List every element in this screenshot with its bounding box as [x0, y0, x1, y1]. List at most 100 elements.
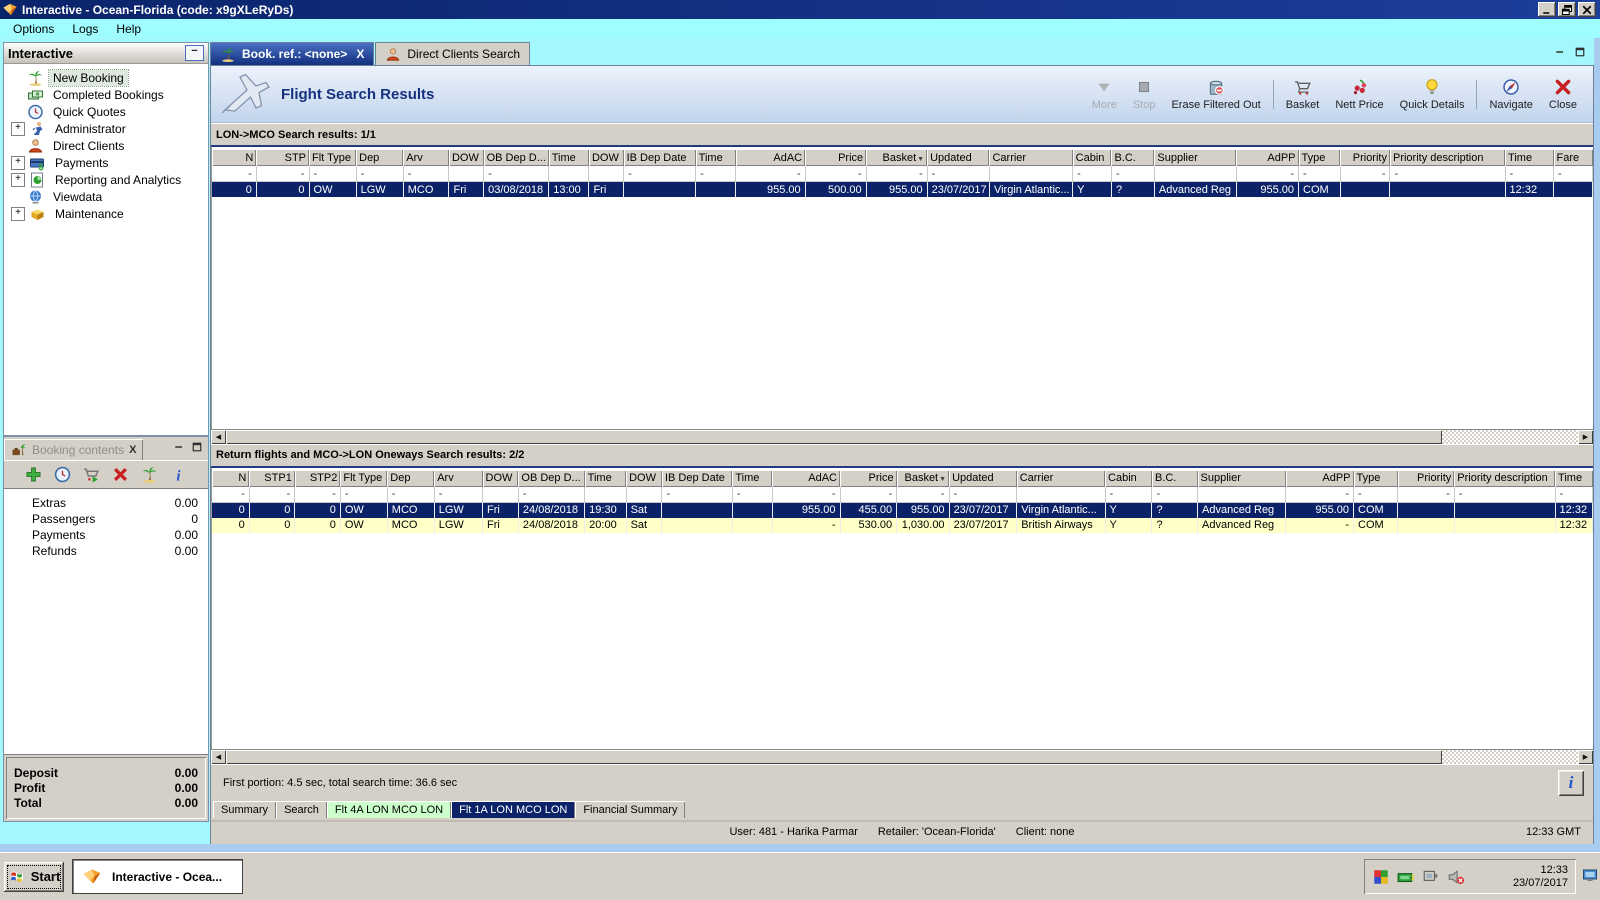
filter-cell[interactable]: -	[1285, 486, 1354, 503]
column-header-dep[interactable]: Dep	[356, 149, 404, 166]
sidebar-item-quick-quotes[interactable]: Quick Quotes	[4, 103, 208, 120]
column-header-stp1[interactable]: STP1	[249, 469, 295, 487]
filter-cell[interactable]: -	[249, 486, 296, 503]
bottom-tab-financial-summary[interactable]: Financial Summary	[575, 801, 686, 818]
filter-cell[interactable]: -	[927, 166, 990, 182]
column-header-fare[interactable]: Fare	[1553, 149, 1593, 166]
column-header-cabin[interactable]: Cabin	[1105, 469, 1152, 487]
filter-cell[interactable]	[1197, 486, 1287, 503]
column-header-flt-type[interactable]: Flt Type	[340, 469, 388, 487]
booking-item-refunds[interactable]: Refunds 0.00	[4, 544, 208, 560]
scroll-left-icon[interactable]: ◀	[211, 750, 226, 764]
network-icon[interactable]	[1397, 868, 1415, 886]
booking-item-passengers[interactable]: Passengers 0	[4, 512, 208, 528]
filter-cell[interactable]: -	[403, 166, 450, 182]
column-header-dep[interactable]: Dep	[387, 469, 435, 487]
column-header-ob-dep-d[interactable]: OB Dep D...	[483, 149, 549, 166]
return-hscrollbar[interactable]: ◀ ▶	[211, 749, 1593, 764]
start-button[interactable]: Start	[4, 861, 64, 892]
sidebar-item-completed-bookings[interactable]: Completed Bookings	[4, 86, 208, 103]
column-header-ib-dep-date[interactable]: IB Dep Date	[661, 469, 733, 487]
column-header-cabin[interactable]: Cabin	[1072, 149, 1112, 166]
filter-cell[interactable]: -	[1340, 166, 1391, 182]
filter-cell[interactable]: -	[949, 486, 1018, 503]
filter-cell[interactable]: -	[732, 486, 773, 503]
column-header-stp[interactable]: STP	[256, 149, 310, 166]
filter-cell[interactable]: -	[1389, 166, 1506, 182]
column-header-b-c[interactable]: B.C.	[1151, 469, 1198, 487]
minimize-panel-icon[interactable]	[173, 441, 185, 453]
filter-cell[interactable]: -	[866, 166, 928, 182]
column-header-arv[interactable]: Arv	[403, 149, 449, 166]
minimize-tabgroup-icon[interactable]	[1554, 46, 1566, 58]
filter-cell[interactable]: -	[1397, 486, 1455, 503]
volume-muted-icon[interactable]	[1447, 868, 1465, 886]
show-desktop-icon[interactable]	[1582, 868, 1599, 884]
filter-cell[interactable]	[1154, 166, 1237, 182]
column-header-time[interactable]: Time	[695, 149, 736, 166]
scrollbar-track[interactable]	[1442, 429, 1578, 444]
column-header-n[interactable]: N	[212, 149, 257, 166]
info-button[interactable]: i	[1558, 770, 1584, 796]
expander-icon[interactable]: +	[11, 172, 25, 187]
return-row-2[interactable]: 0 0 0 OW MCO LGW Fri 24/08/2018 20:00 Sat -530.00 1…	[212, 517, 1593, 533]
column-header-adac[interactable]: AdAC	[772, 469, 841, 487]
menu-help[interactable]: Help	[107, 21, 150, 37]
outbound-row-1[interactable]: 0 0 OW LGW MCO Fri 03/08/2018 13:00 Fri 955.00 500…	[212, 181, 1593, 197]
info-icon[interactable]: i	[170, 466, 187, 483]
filter-cell[interactable]: -	[1236, 166, 1300, 182]
close-tab-icon[interactable]: X	[356, 47, 364, 61]
filter-cell[interactable]: -	[294, 486, 341, 503]
toolbar-button-close[interactable]: Close	[1541, 75, 1585, 114]
scroll-right-icon[interactable]: ▶	[1578, 750, 1593, 764]
column-header-b-c[interactable]: B.C.	[1111, 149, 1155, 166]
column-header-time[interactable]: Time	[1505, 149, 1554, 166]
maximize-tabgroup-icon[interactable]	[1574, 46, 1586, 58]
filter-cell[interactable]: -	[1555, 486, 1593, 503]
filter-cell[interactable]: -	[840, 486, 898, 503]
sidebar-item-administrator[interactable]: + Administrator	[4, 120, 208, 137]
column-header-n[interactable]: N	[212, 469, 250, 487]
filter-cell[interactable]: -	[518, 486, 586, 503]
bottom-tab-flt-4a-lon-mco-lon[interactable]: Flt 4A LON MCO LON	[326, 801, 452, 818]
column-header-carrier[interactable]: Carrier	[989, 149, 1073, 166]
filter-cell[interactable]: -	[735, 166, 806, 182]
filter-cell[interactable]: -	[483, 166, 550, 182]
tab-direct-clients-search[interactable]: Direct Clients Search	[375, 42, 531, 65]
sidebar-item-reporting-and-analytics[interactable]: + Reporting and Analytics	[4, 171, 208, 188]
column-header-dow[interactable]: DOW	[588, 149, 624, 166]
booking-contents-tab[interactable]: Booking contents X	[4, 439, 144, 460]
filter-cell[interactable]: -	[356, 166, 404, 182]
column-header-time[interactable]: Time	[584, 469, 627, 487]
menu-logs[interactable]: Logs	[63, 21, 107, 37]
basket-add-icon[interactable]	[83, 466, 100, 483]
taskbar-task-interactive[interactable]: Interactive - Ocea...	[72, 859, 243, 894]
filter-cell[interactable]	[448, 166, 485, 182]
menu-options[interactable]: Options	[4, 21, 63, 37]
collapse-sidebar-button[interactable]: −	[185, 45, 204, 61]
clock-icon[interactable]	[54, 466, 71, 483]
column-header-type[interactable]: Type	[1298, 149, 1341, 166]
restore-button[interactable]	[1558, 2, 1576, 17]
filter-cell[interactable]: -	[1353, 486, 1399, 503]
filter-cell[interactable]: -	[1105, 486, 1153, 503]
filter-cell[interactable]: -	[695, 166, 737, 182]
column-header-supplier[interactable]: Supplier	[1154, 149, 1237, 166]
toolbar-button-nett-price[interactable]: Nett Price	[1327, 75, 1391, 114]
column-header-time[interactable]: Time	[548, 149, 589, 166]
toolbar-button-basket[interactable]: Basket	[1278, 75, 1328, 114]
column-header-updated[interactable]: Updated	[949, 469, 1017, 487]
sidebar-item-new-booking[interactable]: New Booking	[4, 68, 208, 87]
column-header-priority[interactable]: Priority	[1397, 469, 1455, 487]
column-header-time[interactable]: Time	[1555, 469, 1593, 487]
filter-cell[interactable]: -	[772, 486, 841, 503]
filter-cell[interactable]: -	[805, 166, 867, 182]
column-header-dow[interactable]: DOW	[626, 469, 662, 487]
column-header-adac[interactable]: AdAC	[735, 149, 806, 166]
column-header-stp2[interactable]: STP2	[294, 469, 341, 487]
minimize-button[interactable]	[1538, 2, 1556, 17]
bottom-tab-flt-1a-lon-mco-lon[interactable]: Flt 1A LON MCO LON	[451, 801, 576, 818]
close-button[interactable]	[1578, 2, 1596, 17]
filter-cell[interactable]	[548, 166, 590, 182]
expander-icon[interactable]: +	[11, 121, 25, 136]
